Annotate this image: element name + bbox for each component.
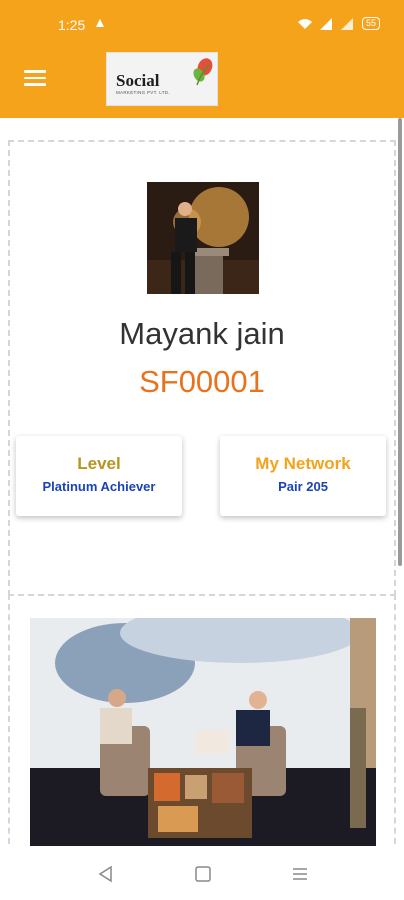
scrollbar[interactable] <box>398 118 402 566</box>
level-value: Platinum Achiever <box>42 479 156 494</box>
system-nav-bar <box>0 846 404 900</box>
network-value: Pair 205 <box>278 479 328 494</box>
warning-icon: ▲ <box>93 14 107 30</box>
status-icons: 55 <box>297 17 380 30</box>
menu-icon[interactable] <box>24 70 46 86</box>
level-title: Level <box>77 454 121 473</box>
brand-logo: Social MARKETING PVT. LTD. <box>106 52 218 106</box>
app-bar: Social MARKETING PVT. LTD. <box>0 40 404 118</box>
leaf-icon <box>193 58 213 86</box>
back-icon[interactable] <box>96 864 116 884</box>
profile-id: SF00001 <box>139 364 265 399</box>
logo-text: Social <box>116 71 160 90</box>
profile-name: Mayank jain <box>119 316 285 351</box>
signal-icon <box>340 17 353 30</box>
status-time: 1:25 <box>58 17 86 33</box>
battery-icon: 55 <box>361 17 380 30</box>
home-icon[interactable] <box>193 864 213 884</box>
event-photo <box>30 618 376 848</box>
level-card[interactable]: Level Platinum Achiever <box>16 436 182 516</box>
profile-avatar <box>147 182 259 294</box>
network-title: My Network <box>255 454 351 473</box>
network-card[interactable]: My Network Pair 205 <box>220 436 386 516</box>
signal-icon <box>319 17 332 30</box>
wifi-icon <box>297 18 312 29</box>
main-content: Mayank jain SF00001 Level Platinum Achie… <box>0 118 404 854</box>
logo-subtext: MARKETING PVT. LTD. <box>116 90 170 95</box>
recents-icon[interactable] <box>290 864 310 884</box>
status-bar: 1:25 ▲ 55 <box>0 0 404 40</box>
